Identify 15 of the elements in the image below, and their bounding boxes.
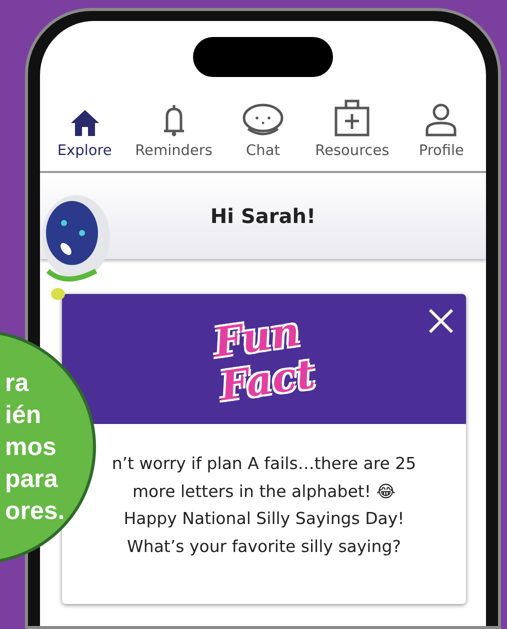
nav-tab[interactable]: Reminders <box>129 97 218 171</box>
face-icon <box>240 103 285 137</box>
fact-message: n’t worry if plan A fails…there are 25 more letters in the alphabet! 😂 Happy National Silly Sayings Day! What’s your favorite silly saying? <box>110 453 418 558</box>
nav-tab[interactable]: Explore <box>40 97 130 171</box>
nav-tab[interactable]: Profile <box>396 97 486 171</box>
bell-icon <box>162 103 186 137</box>
promo-text: ra ién mos para ores. <box>5 368 66 527</box>
close-icon <box>428 308 454 334</box>
home-icon <box>70 109 100 137</box>
fun-fact-logo: Fun Fact <box>210 308 318 410</box>
nav-tab[interactable]: Chat <box>218 97 308 171</box>
greeting-text: Hi Sarah! <box>210 204 316 228</box>
person-icon <box>425 103 458 137</box>
nav-tab[interactable]: Resources <box>308 97 397 171</box>
medical-kit-icon <box>334 99 370 137</box>
